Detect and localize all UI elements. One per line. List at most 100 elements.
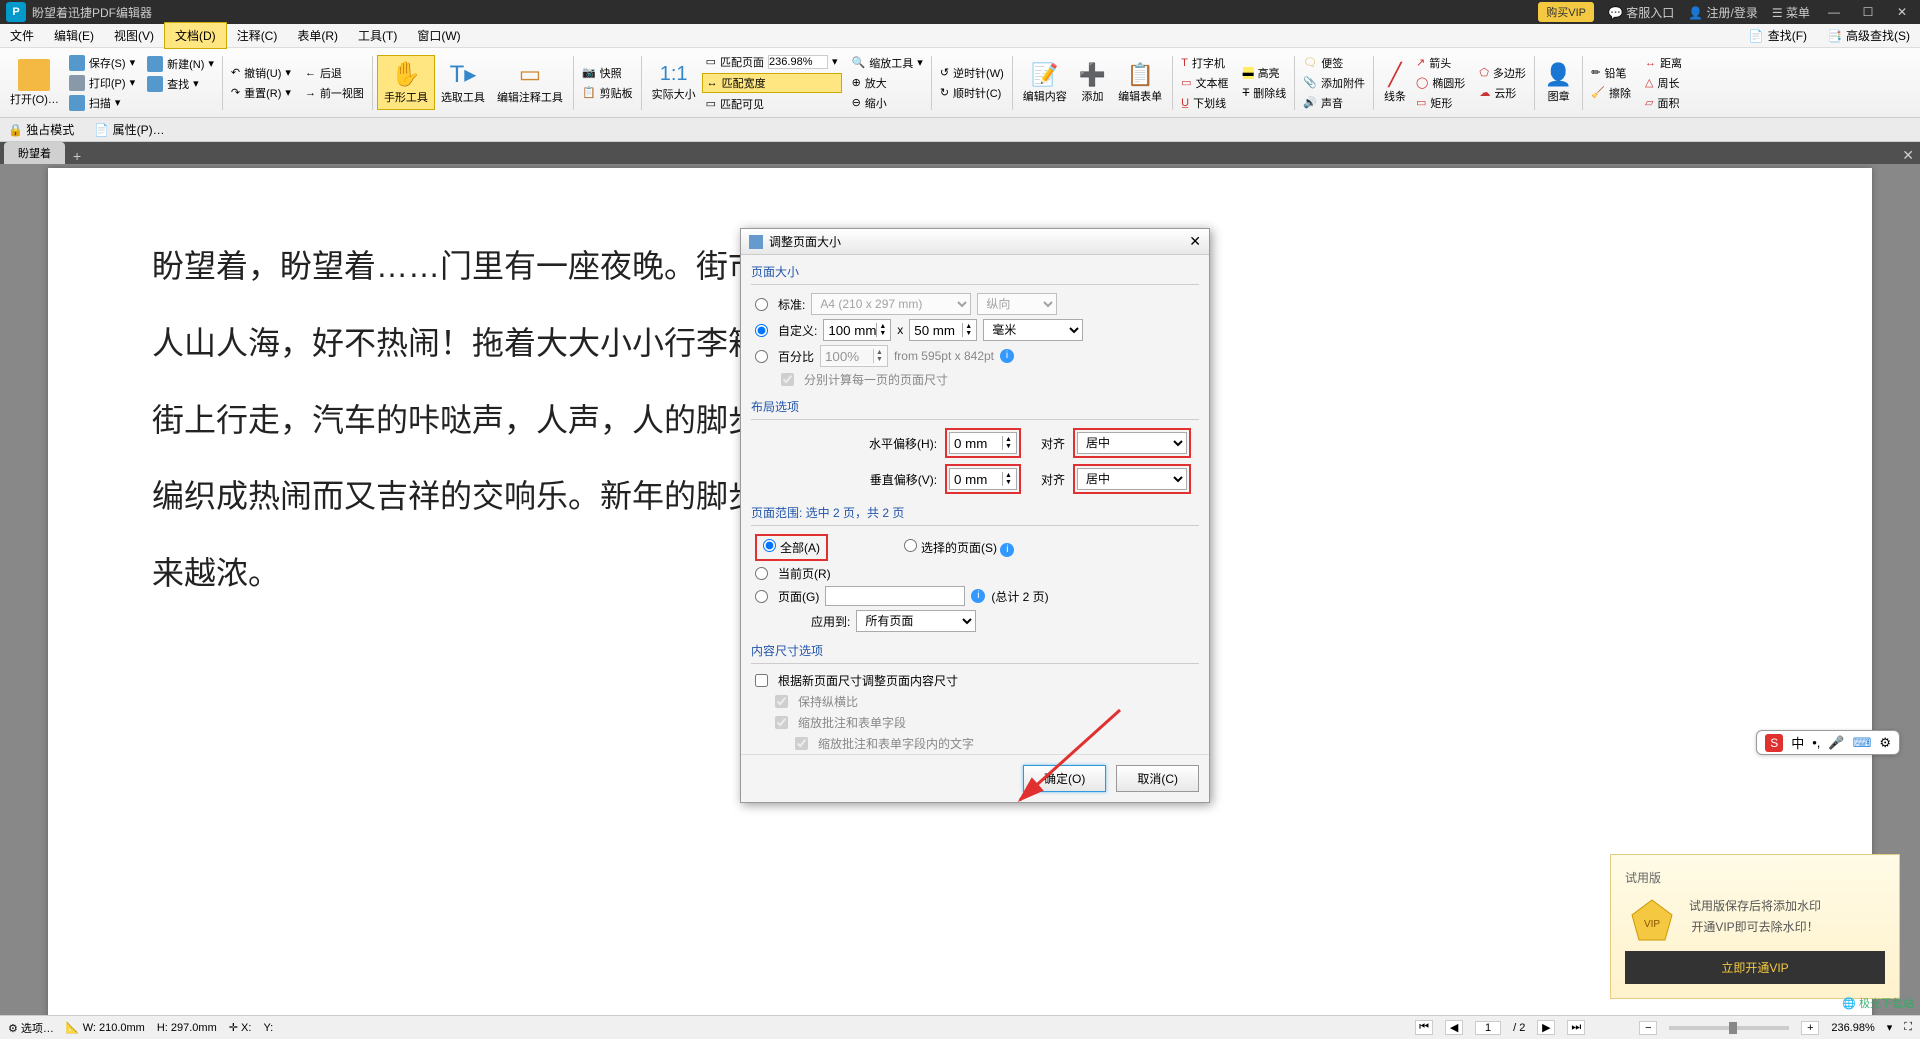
ellipse-button[interactable]: ◯ 椭圆形 bbox=[1412, 74, 1469, 92]
hamburger-menu[interactable]: ☰ 菜单 bbox=[1772, 4, 1810, 21]
radio-custom[interactable] bbox=[755, 324, 768, 337]
minimize-button[interactable]: — bbox=[1824, 5, 1844, 19]
print-button[interactable]: 打印(P) ▾ bbox=[65, 74, 139, 92]
menu-window[interactable]: 窗口(W) bbox=[407, 23, 470, 48]
menu-tools[interactable]: 工具(T) bbox=[348, 23, 407, 48]
radio-page-range[interactable] bbox=[755, 590, 768, 603]
zoom-out-status[interactable]: − bbox=[1639, 1021, 1657, 1035]
cancel-button[interactable]: 取消(C) bbox=[1116, 765, 1199, 792]
ime-toolbar[interactable]: S 中 •, 🎤 ⌨ ⚙ bbox=[1756, 730, 1900, 755]
close-button[interactable]: ✕ bbox=[1892, 5, 1912, 19]
next-page-button[interactable]: ▶ bbox=[1537, 1020, 1555, 1035]
textbox-button[interactable]: ▭ 文本框 bbox=[1177, 74, 1232, 92]
strike-button[interactable]: T 删除线 bbox=[1239, 84, 1291, 102]
unit-select[interactable]: 毫米 bbox=[983, 319, 1083, 341]
scan-button[interactable]: 扫描 ▾ bbox=[65, 94, 139, 112]
pencil-button[interactable]: ✏ 铅笔 bbox=[1587, 64, 1635, 82]
valign-select[interactable]: 居中 bbox=[1077, 468, 1187, 490]
menu-form[interactable]: 表单(R) bbox=[287, 23, 348, 48]
last-page-button[interactable]: ⏭ bbox=[1567, 1020, 1585, 1035]
polygon-button[interactable]: ⬠ 多边形 bbox=[1475, 64, 1530, 82]
menu-comment[interactable]: 注释(C) bbox=[227, 23, 288, 48]
fit-visible-button[interactable]: ▭ 匹配可见 bbox=[702, 95, 842, 113]
line-button[interactable]: ╱线条 bbox=[1378, 58, 1412, 108]
hoffset-input[interactable]: ▲▼ bbox=[949, 432, 1017, 454]
maximize-button[interactable]: ☐ bbox=[1858, 5, 1878, 19]
hand-tool[interactable]: ✋手形工具 bbox=[377, 55, 435, 110]
find-tool-button[interactable]: 查找 ▾ bbox=[143, 75, 218, 93]
info-icon[interactable]: i bbox=[1000, 349, 1014, 363]
ime-mic-icon[interactable]: 🎤 bbox=[1828, 735, 1844, 751]
edit-annot-tool[interactable]: ▭编辑注释工具 bbox=[491, 56, 569, 109]
menu-view[interactable]: 视图(V) bbox=[104, 23, 164, 48]
resize-content-checkbox[interactable] bbox=[755, 674, 768, 687]
exclusive-mode-button[interactable]: 🔒 独占模式 bbox=[8, 121, 74, 138]
radio-selected-pages[interactable] bbox=[904, 539, 917, 552]
back-button[interactable]: ← 后退 bbox=[301, 64, 368, 82]
voffset-input[interactable]: ▲▼ bbox=[949, 468, 1017, 490]
add-button[interactable]: ➕添加 bbox=[1073, 58, 1112, 108]
login-link[interactable]: 👤 注册/登录 bbox=[1688, 4, 1758, 21]
custom-width-input[interactable]: ▲▼ bbox=[823, 319, 891, 341]
new-button[interactable]: 新建(N) ▾ bbox=[143, 55, 218, 73]
ok-button[interactable]: 确定(O) bbox=[1023, 765, 1106, 792]
stamp-button[interactable]: 👤图章 bbox=[1539, 58, 1578, 108]
highlight-button[interactable]: ▬ 高亮 bbox=[1239, 64, 1291, 82]
redo-button[interactable]: ↷ 重置(R) ▾ bbox=[227, 84, 295, 102]
buy-vip-button[interactable]: 购买VIP bbox=[1538, 2, 1594, 22]
attach-button[interactable]: 📎 添加附件 bbox=[1299, 74, 1369, 92]
ime-punct-icon[interactable]: •, bbox=[1812, 735, 1820, 750]
close-tabs-button[interactable]: ✕ bbox=[1896, 147, 1920, 164]
apply-to-select[interactable]: 所有页面 bbox=[856, 610, 976, 632]
radio-all-pages[interactable] bbox=[763, 539, 776, 552]
zoom-input[interactable] bbox=[768, 55, 828, 69]
add-tab-button[interactable]: + bbox=[65, 148, 89, 164]
typewriter-button[interactable]: T 打字机 bbox=[1177, 54, 1232, 72]
zoom-in-status[interactable]: + bbox=[1801, 1021, 1819, 1035]
dialog-close-button[interactable]: ✕ bbox=[1189, 233, 1201, 250]
ime-lang[interactable]: 中 bbox=[1791, 733, 1804, 752]
zoom-in-button[interactable]: ⊕ 放大 bbox=[848, 74, 927, 92]
edit-form-button[interactable]: 📋编辑表单 bbox=[1112, 58, 1168, 108]
area-button[interactable]: ▱ 面积 bbox=[1641, 94, 1686, 112]
page-number-input[interactable] bbox=[1475, 1021, 1501, 1035]
open-vip-button[interactable]: 立即开通VIP bbox=[1625, 951, 1885, 984]
select-tool[interactable]: T▸选取工具 bbox=[435, 56, 491, 109]
options-button[interactable]: ⚙ 选项… bbox=[8, 1020, 54, 1036]
zoom-out-button[interactable]: ⊖ 缩小 bbox=[848, 94, 927, 112]
rect-button[interactable]: ▭ 矩形 bbox=[1412, 94, 1469, 112]
open-button[interactable]: 打开(O)… bbox=[4, 55, 65, 111]
properties-button[interactable]: 📄 属性(P)… bbox=[94, 121, 164, 138]
snapshot-button[interactable]: 📷 快照 bbox=[578, 64, 637, 82]
radio-current-page[interactable] bbox=[755, 567, 768, 580]
fit-page-button[interactable]: ▭ 匹配页面 ▾ bbox=[702, 53, 842, 71]
rotate-cw-button[interactable]: ↻ 顺时针(C) bbox=[936, 84, 1008, 102]
halign-select[interactable]: 居中 bbox=[1077, 432, 1187, 454]
cloud-button[interactable]: ☁ 云形 bbox=[1475, 84, 1530, 102]
save-button[interactable]: 保存(S) ▾ bbox=[65, 54, 139, 72]
fit-button-status[interactable]: ⛶ bbox=[1904, 1021, 1912, 1034]
zoom-tool-button[interactable]: 🔍 缩放工具 ▾ bbox=[848, 54, 927, 72]
fit-width-button[interactable]: ↔ 匹配宽度 bbox=[702, 73, 842, 93]
ime-settings-icon[interactable]: ⚙ bbox=[1879, 735, 1891, 751]
underline-button[interactable]: U̲ 下划线 bbox=[1177, 94, 1232, 112]
menu-file[interactable]: 文件 bbox=[0, 23, 44, 48]
sound-button[interactable]: 🔊 声音 bbox=[1299, 94, 1369, 112]
info-icon[interactable]: i bbox=[1000, 543, 1014, 557]
advanced-find-button[interactable]: 📑 高级查找(S) bbox=[1817, 23, 1920, 48]
zoom-slider[interactable] bbox=[1669, 1026, 1789, 1030]
arrow-shape-button[interactable]: ↗ 箭头 bbox=[1412, 54, 1469, 72]
radio-standard[interactable] bbox=[755, 298, 768, 311]
actual-size-button[interactable]: 1:1实际大小 bbox=[646, 59, 702, 106]
clipboard-button[interactable]: 📋 剪贴板 bbox=[578, 84, 637, 102]
sticky-button[interactable]: 🗨 便签 bbox=[1299, 54, 1369, 72]
ruler-button[interactable]: ↔ 距离 bbox=[1641, 54, 1686, 72]
find-button[interactable]: 📄 查找(F) bbox=[1739, 23, 1817, 48]
tab-document[interactable]: 盼望着 bbox=[4, 142, 65, 164]
dialog-titlebar[interactable]: 调整页面大小 ✕ bbox=[741, 229, 1209, 255]
rotate-ccw-button[interactable]: ↺ 逆时针(W) bbox=[936, 64, 1008, 82]
info-icon[interactable]: i bbox=[971, 589, 985, 603]
support-link[interactable]: 💬 客服入口 bbox=[1608, 4, 1674, 21]
ime-keyboard-icon[interactable]: ⌨ bbox=[1853, 735, 1872, 751]
menu-edit[interactable]: 编辑(E) bbox=[44, 23, 104, 48]
